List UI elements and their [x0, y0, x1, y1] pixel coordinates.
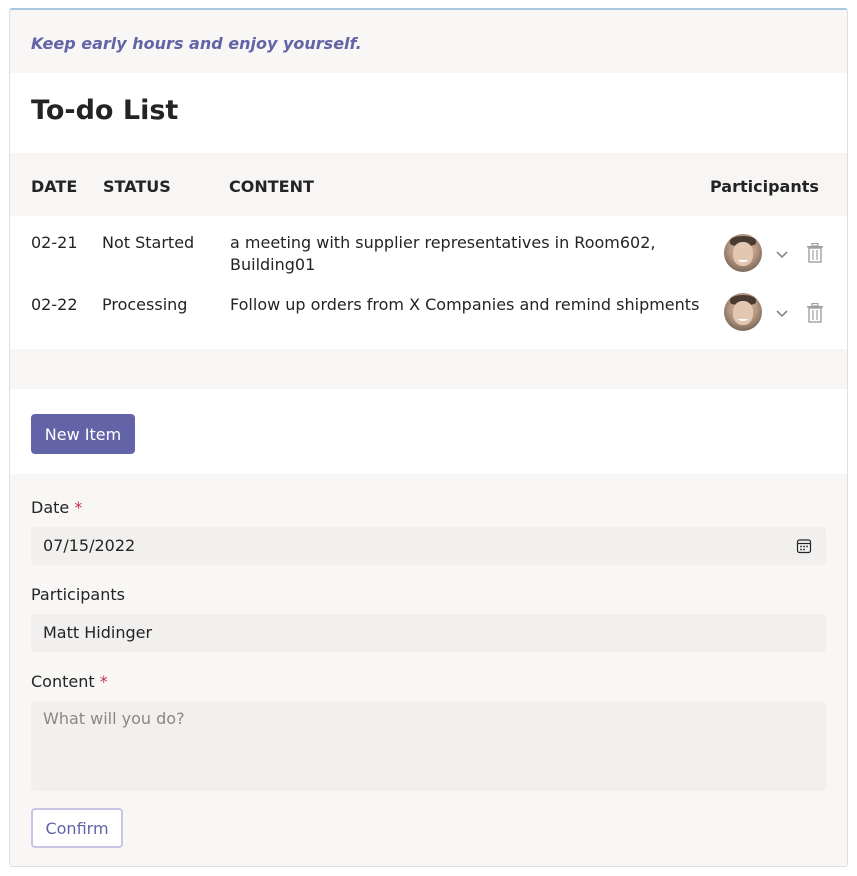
column-header-date: DATE: [31, 177, 78, 196]
row-content-line: a meeting with supplier representatives …: [230, 233, 656, 252]
chevron-down-icon[interactable]: [774, 305, 790, 321]
section-divider: [10, 349, 847, 389]
avatar-icon[interactable]: [724, 293, 762, 331]
row-status: Not Started: [102, 233, 195, 252]
required-mark: *: [99, 672, 108, 691]
new-item-form: Date * 07/15/2022 Participants Matt Hidi…: [10, 474, 847, 866]
date-field[interactable]: 07/15/2022: [31, 527, 826, 565]
confirm-button[interactable]: Confirm: [31, 808, 123, 848]
date-value: 07/15/2022: [43, 536, 136, 555]
required-mark: *: [74, 498, 83, 517]
tagline: Keep early hours and enjoy yourself.: [10, 10, 847, 73]
table-body: 02-21 Not Started a meeting with supplie…: [10, 216, 847, 349]
todo-card: Keep early hours and enjoy yourself. To-…: [9, 8, 848, 867]
participants-field[interactable]: Matt Hidinger: [31, 614, 826, 652]
avatar-icon[interactable]: [724, 234, 762, 272]
date-label-text: Date: [31, 498, 70, 517]
participants-value: Matt Hidinger: [43, 623, 153, 642]
page-title: To-do List: [31, 95, 179, 126]
content-textarea[interactable]: What will you do?: [31, 701, 826, 791]
chevron-down-icon[interactable]: [774, 246, 790, 262]
column-header-status: STATUS: [103, 177, 171, 196]
content-label-text: Content: [31, 672, 95, 691]
trash-icon[interactable]: [806, 243, 824, 263]
row-content: a meeting with supplier representatives …: [230, 232, 656, 276]
row-status: Processing: [102, 295, 188, 314]
content-placeholder: What will you do?: [43, 709, 185, 728]
row-date: 02-22: [31, 295, 78, 314]
calendar-icon[interactable]: [796, 538, 812, 554]
title-bar: To-do List: [10, 73, 847, 153]
date-label: Date *: [31, 498, 82, 517]
row-date: 02-21: [31, 233, 78, 252]
trash-icon[interactable]: [806, 303, 824, 323]
row-content-line: Building01: [230, 255, 316, 274]
table-header: DATE STATUS CONTENT Participants: [10, 153, 847, 216]
column-header-content: CONTENT: [229, 177, 314, 196]
action-bar: New Item: [10, 389, 847, 474]
content-label: Content *: [31, 672, 108, 691]
row-content: Follow up orders from X Companies and re…: [230, 295, 700, 314]
new-item-button[interactable]: New Item: [31, 414, 135, 454]
participants-label: Participants: [31, 585, 125, 604]
column-header-participants: Participants: [710, 177, 819, 196]
